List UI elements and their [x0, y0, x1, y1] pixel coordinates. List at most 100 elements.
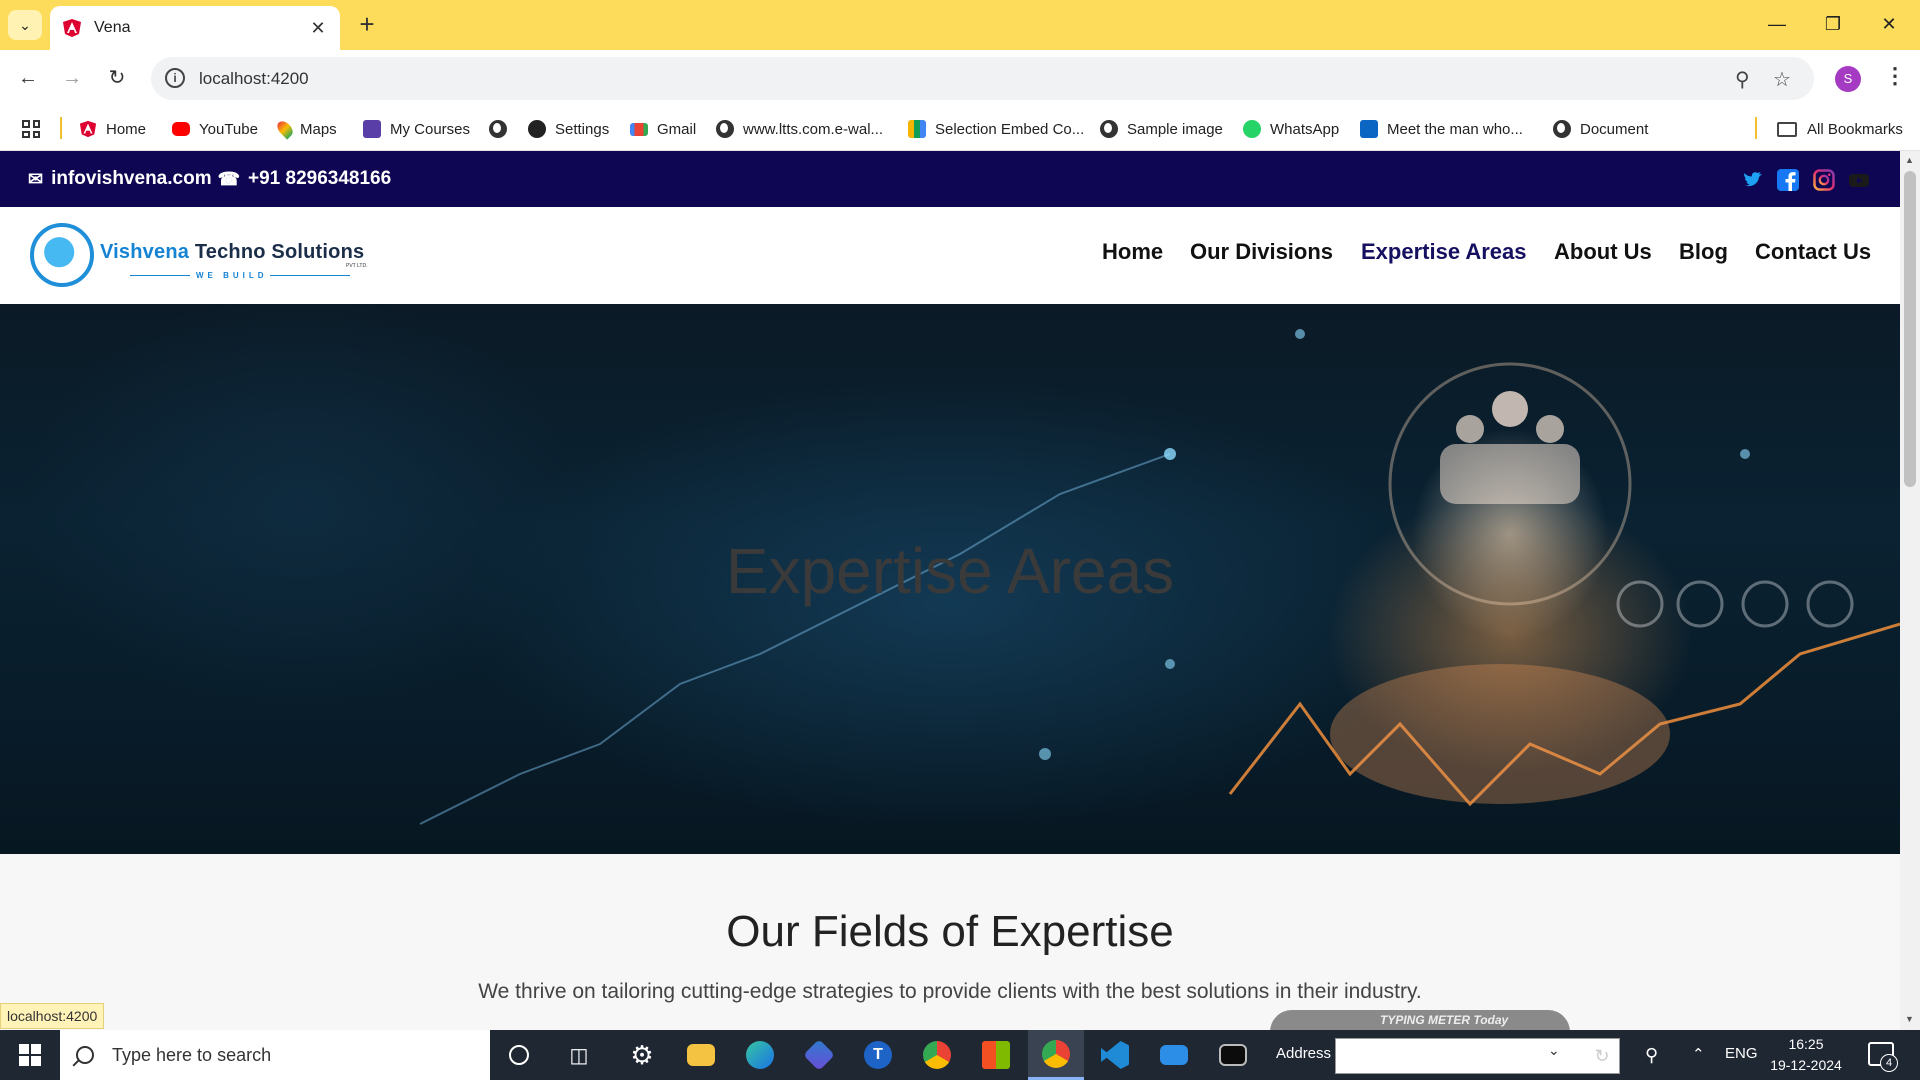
scroll-up-arrow-icon[interactable]: ▲: [1905, 155, 1914, 165]
taskbar-terminal[interactable]: [1205, 1030, 1261, 1080]
cortana-button[interactable]: [491, 1030, 547, 1080]
scrollbar-thumb[interactable]: [1904, 171, 1916, 487]
taskbar-settings[interactable]: ⚙: [614, 1030, 670, 1080]
bookmark-label: My Courses: [390, 120, 471, 138]
refresh-icon[interactable]: ↻: [1587, 1038, 1617, 1074]
mail-icon: ✉: [28, 168, 44, 189]
globe-icon: [1100, 120, 1118, 138]
taskbar-chrome[interactable]: [909, 1030, 965, 1080]
hero-title: Expertise Areas: [725, 535, 1175, 607]
logo-text: Vishvena Techno Solutions: [100, 241, 365, 263]
chevron-down-icon[interactable]: ⌄: [1548, 1042, 1560, 1059]
close-tab-icon[interactable]: ✕: [308, 18, 328, 39]
folder-icon: [687, 1044, 715, 1066]
start-button[interactable]: [0, 1030, 60, 1080]
embed-icon: [908, 120, 926, 138]
bookmark-linkedin[interactable]: Meet the man who...: [1360, 107, 1523, 151]
bookmark-label: Settings: [555, 120, 610, 138]
bookmark-settings[interactable]: Settings: [528, 107, 609, 151]
taskbar-t-app[interactable]: T: [850, 1030, 906, 1080]
bookmark-sample-image[interactable]: Sample image: [1100, 107, 1223, 151]
contact-email[interactable]: infovishvena.com: [51, 168, 212, 190]
task-view-button[interactable]: ◫: [551, 1030, 607, 1080]
windows-logo-icon: [19, 1044, 41, 1066]
whatsapp-icon: [1243, 120, 1261, 138]
contact-info: ✉ infovishvena.com ☎ +91 8296348166: [28, 168, 391, 190]
terminal-icon: [1219, 1044, 1247, 1066]
linkedin-icon: [1360, 120, 1378, 138]
address-url[interactable]: localhost:4200: [199, 69, 309, 89]
scroll-down-arrow-icon[interactable]: ▼: [1905, 1014, 1914, 1024]
instagram-icon[interactable]: [1813, 169, 1835, 191]
bookmark-document[interactable]: Document: [1553, 107, 1648, 151]
taskbar-edge[interactable]: [732, 1030, 788, 1080]
profile-avatar[interactable]: S: [1835, 66, 1861, 92]
typing-meter-widget[interactable]: TYPING METER Today: [1270, 1010, 1570, 1032]
bookmark-label: YouTube: [199, 120, 258, 138]
vscode-icon: [1101, 1041, 1129, 1069]
browser-tab-active[interactable]: Vena ✕: [50, 6, 340, 50]
bookmark-youtube[interactable]: YouTube: [172, 107, 258, 151]
bookmark-maps[interactable]: Maps: [274, 107, 337, 151]
search-placeholder: Type here to search: [112, 1044, 272, 1065]
bookmark-home[interactable]: Home: [79, 107, 146, 151]
zoom-icon[interactable]: ⚲: [1735, 67, 1750, 92]
facebook-icon[interactable]: [1777, 169, 1799, 191]
taskbar-chrome-profile-active[interactable]: [1028, 1030, 1084, 1080]
twitter-icon[interactable]: [1742, 169, 1764, 191]
folder-icon: [1777, 121, 1797, 137]
back-button[interactable]: ←: [12, 62, 44, 94]
nav-home[interactable]: Home: [1102, 239, 1163, 265]
company-logo[interactable]: Vishvena Techno Solutions PVT LTD. WE BU…: [30, 223, 370, 289]
bookmark-gmail[interactable]: Gmail: [630, 107, 696, 151]
language-indicator[interactable]: ENG: [1725, 1045, 1758, 1062]
apps-grid-icon[interactable]: [22, 120, 40, 138]
taskbar-power-automate[interactable]: [791, 1030, 847, 1080]
taskbar-file-explorer[interactable]: [673, 1030, 729, 1080]
globe-logo-icon: [30, 223, 94, 287]
taskbar-vscode[interactable]: [1087, 1030, 1143, 1080]
nav-expertise-areas[interactable]: Expertise Areas: [1361, 239, 1527, 265]
taskbar-mail[interactable]: [1146, 1030, 1202, 1080]
all-bookmarks-button[interactable]: All Bookmarks: [1777, 107, 1903, 151]
forward-button[interactable]: →: [56, 62, 88, 94]
bookmark-globe[interactable]: [489, 107, 516, 151]
nav-about-us[interactable]: About Us: [1554, 239, 1652, 265]
task-view-icon: ◫: [569, 1044, 589, 1067]
bookmark-label: www.ltts.com.e-wal...: [743, 120, 884, 138]
restore-button[interactable]: ❐: [1810, 8, 1856, 40]
chevron-down-icon: ⌄: [19, 16, 31, 33]
bookmark-whatsapp[interactable]: WhatsApp: [1243, 107, 1339, 151]
minimize-button[interactable]: —: [1754, 8, 1800, 40]
site-info-icon[interactable]: i: [165, 68, 185, 88]
bookmark-label: Document: [1580, 120, 1649, 138]
address-toolbar-input[interactable]: [1335, 1038, 1620, 1074]
taskbar-search-box[interactable]: Type here to search: [60, 1030, 490, 1080]
bookmark-ltts[interactable]: www.ltts.com.e-wal...: [716, 107, 883, 151]
bookmark-label: Selection Embed Co...: [935, 120, 1085, 138]
nav-contact-us[interactable]: Contact Us: [1755, 239, 1871, 265]
close-window-button[interactable]: ✕: [1866, 8, 1912, 40]
taskbar-clock[interactable]: 16:25 19-12-2024: [1770, 1034, 1842, 1076]
hero-banner: Expertise Areas: [0, 304, 1900, 854]
tab-search-button[interactable]: ⌄: [8, 10, 42, 40]
page-scrollbar[interactable]: ▲ ▼: [1900, 151, 1920, 1030]
address-bar[interactable]: i localhost:4200 ⚲ ☆: [151, 57, 1814, 100]
contact-phone[interactable]: +91 8296348166: [248, 168, 391, 190]
maps-icon: [274, 118, 296, 140]
angular-icon: [79, 120, 97, 138]
nav-our-divisions[interactable]: Our Divisions: [1190, 239, 1333, 265]
windows-taskbar: Type here to search ◫ ⚙ T Address ⌄ ↻ ⚲ …: [0, 1030, 1920, 1080]
bookmark-my-courses[interactable]: My Courses: [363, 107, 470, 151]
browser-menu-icon[interactable]: ⋮: [1884, 63, 1906, 89]
nav-blog[interactable]: Blog: [1679, 239, 1728, 265]
new-tab-button[interactable]: +: [352, 10, 382, 40]
bookmark-selection-embed[interactable]: Selection Embed Co...: [908, 107, 1084, 151]
show-hidden-icons-chevron[interactable]: ⌃: [1692, 1045, 1705, 1063]
reload-button[interactable]: ↻: [101, 62, 133, 94]
clock-time: 16:25: [1788, 1036, 1824, 1052]
youtube-icon[interactable]: [1848, 169, 1870, 191]
bookmark-star-icon[interactable]: ☆: [1773, 67, 1791, 92]
taskbar-store[interactable]: [968, 1030, 1024, 1080]
people-icon[interactable]: ⚲: [1645, 1045, 1658, 1066]
